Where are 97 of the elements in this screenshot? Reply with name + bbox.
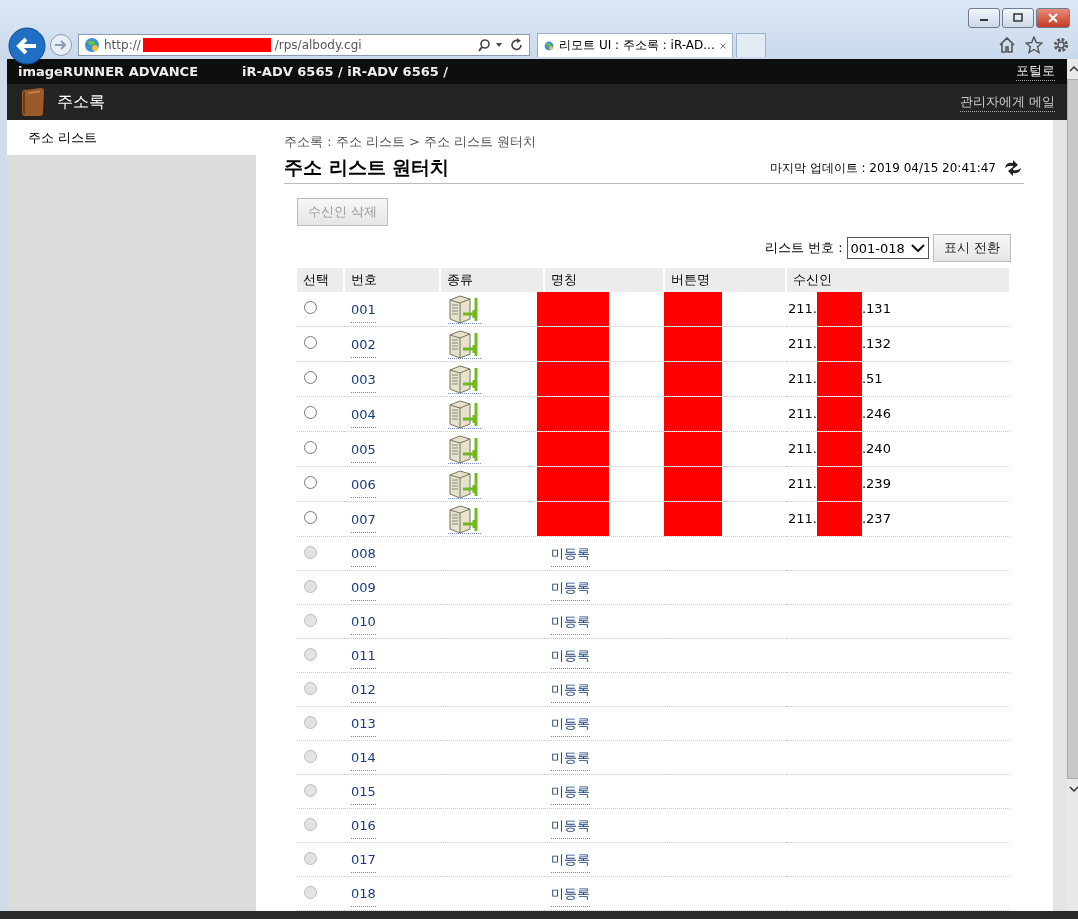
maximize-icon	[1012, 13, 1024, 23]
redaction-block	[664, 397, 722, 431]
column-header: 번호	[344, 268, 440, 292]
close-icon[interactable]	[719, 40, 726, 51]
radio-button[interactable]	[304, 511, 317, 524]
redaction-block	[664, 327, 722, 361]
close-icon	[1047, 13, 1059, 23]
redaction-block	[816, 432, 862, 466]
maximize-button[interactable]	[1002, 8, 1034, 28]
recipient-text: .246	[861, 405, 891, 421]
switch-display-button[interactable]: 표시 전환	[932, 234, 1011, 262]
device-name: iR-ADV 6565 / iR-ADV 6565 /	[242, 64, 449, 80]
column-header: 종류	[440, 268, 544, 292]
radio-button[interactable]	[304, 476, 317, 489]
redaction-block	[816, 362, 862, 396]
redaction-block	[537, 397, 609, 431]
redaction-block	[664, 432, 722, 466]
server-icon[interactable]	[447, 329, 483, 359]
redaction-block	[816, 502, 862, 536]
column-header: 수신인	[786, 268, 1010, 292]
number-link[interactable]: 007	[351, 509, 376, 533]
redaction-block	[537, 467, 609, 501]
redaction-block	[816, 292, 862, 326]
star-icon[interactable]	[1025, 36, 1043, 54]
book-icon	[19, 87, 47, 118]
number-link[interactable]: 004	[351, 404, 376, 428]
server-icon[interactable]	[447, 469, 483, 499]
column-header: 명칭	[544, 268, 664, 292]
redaction-block	[664, 502, 722, 536]
minimize-button[interactable]	[968, 8, 1000, 28]
recipient-text: 211.	[788, 475, 817, 491]
radio-button[interactable]	[304, 336, 317, 349]
browser-tab[interactable]: 리모트 UI : 주소록 : iR-AD...	[537, 33, 733, 57]
radio-button[interactable]	[304, 406, 317, 419]
last-update-text: 마지막 업데이트 : 2019 04/15 20:41:47	[769, 159, 996, 177]
redaction-block	[664, 292, 722, 326]
recipient-text: .51	[861, 370, 883, 386]
recipient-text: .240	[861, 440, 891, 456]
radio-button[interactable]	[304, 371, 317, 384]
redaction-block	[664, 362, 722, 396]
number-link[interactable]: 006	[351, 474, 376, 498]
scroll-up-icon[interactable]	[1068, 65, 1078, 73]
forward-button[interactable]	[49, 33, 73, 57]
section-title: 주소록	[57, 91, 105, 113]
radio-button[interactable]	[304, 301, 317, 314]
column-header: 선택	[297, 268, 344, 292]
url-text: http://	[104, 38, 141, 52]
radio-button[interactable]	[304, 441, 317, 454]
admin-mail-link[interactable]: 관리자에게 메일	[959, 92, 1055, 112]
redaction-block	[537, 327, 609, 361]
number-link[interactable]: 005	[351, 439, 376, 463]
address-bar[interactable]: http:// /rps/albody.cgi	[78, 34, 530, 56]
scrollbar[interactable]	[1067, 59, 1078, 911]
sidebar-item[interactable]: 주소 리스트	[7, 120, 256, 155]
redaction-block	[537, 362, 609, 396]
breadcrumb: 주소록 : 주소 리스트 > 주소 리스트 원터치	[284, 133, 538, 151]
list-number-label: 리스트 번호 :	[764, 239, 843, 257]
close-button[interactable]	[1036, 8, 1070, 28]
redaction-block	[816, 467, 862, 501]
server-icon[interactable]	[447, 504, 483, 534]
back-button[interactable]	[8, 27, 46, 65]
recipient-text: 211.	[788, 440, 817, 456]
home-icon[interactable]	[998, 36, 1016, 54]
recipient-text: 211.	[788, 370, 817, 386]
server-icon[interactable]	[447, 399, 483, 429]
redaction-block	[816, 327, 862, 361]
redaction-block	[537, 292, 609, 326]
recipient-text: 211.	[788, 405, 817, 421]
server-icon[interactable]	[447, 364, 483, 394]
server-icon[interactable]	[447, 434, 483, 464]
list-number-select[interactable]: 001-018	[846, 237, 929, 259]
column-header: 버튼명	[664, 268, 786, 292]
refresh-icon[interactable]	[1002, 159, 1024, 177]
recipient-text: .239	[861, 475, 891, 491]
settings-icon[interactable]	[1052, 36, 1070, 54]
page-title: 주소 리스트 원터치	[284, 155, 450, 180]
globe-icon	[84, 37, 100, 53]
recipient-text: 211.	[788, 335, 817, 351]
server-icon[interactable]	[447, 294, 483, 324]
chevron-icon	[910, 243, 925, 253]
recipient-text: .131	[861, 300, 891, 316]
redaction-block	[816, 397, 862, 431]
redaction-block	[664, 467, 722, 501]
scroll-down-icon[interactable]	[1068, 785, 1078, 793]
recipient-text: .132	[861, 335, 891, 351]
recipient-text: .237	[861, 510, 891, 526]
refresh-icon[interactable]	[510, 38, 524, 52]
portal-link[interactable]: 포털로	[1016, 62, 1055, 82]
redaction-block	[537, 432, 609, 466]
recipient-text: 211.	[788, 300, 817, 316]
product-name: imageRUNNER ADVANCE	[18, 64, 200, 80]
redaction-block	[537, 502, 609, 536]
recipient-text: 211.	[788, 510, 817, 526]
number-link[interactable]: 001	[351, 299, 376, 323]
number-link[interactable]: 003	[351, 369, 376, 393]
number-link[interactable]: 002	[351, 334, 376, 358]
url-text: /rps/albody.cgi	[274, 38, 362, 52]
